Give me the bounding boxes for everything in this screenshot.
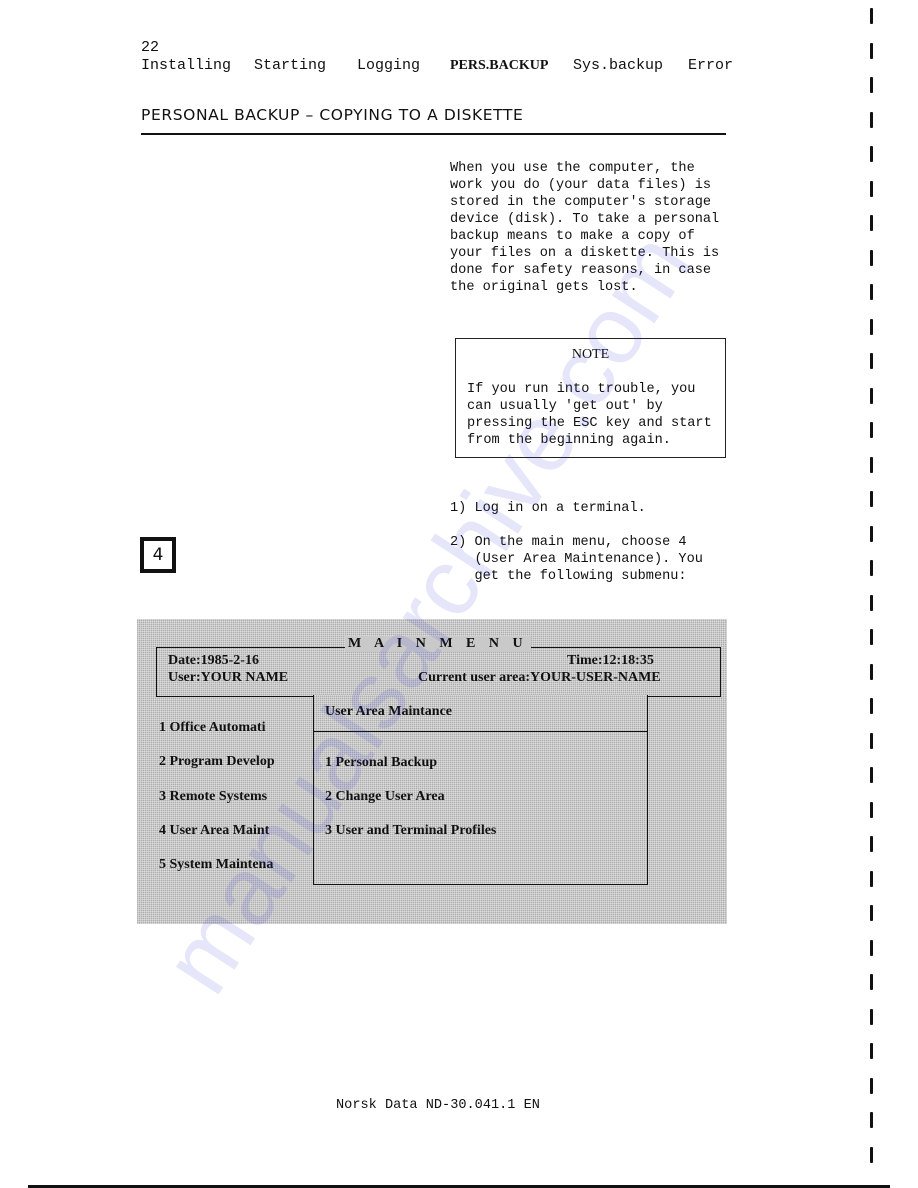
binding-mark xyxy=(870,767,873,783)
note-title: NOTE xyxy=(571,347,610,362)
note-box: NOTE If you run into trouble, you can us… xyxy=(455,338,726,458)
main-menu-item[interactable]: 2 Program Develop xyxy=(159,754,275,770)
terminal-screenshot: M A I N M E N U Date:1985-2-16 Time:12:1… xyxy=(137,619,727,924)
nav-tab-logging[interactable]: Logging xyxy=(357,57,420,74)
binding-mark xyxy=(870,388,873,404)
nav-tab-installing[interactable]: Installing xyxy=(141,57,231,74)
binding-mark xyxy=(870,733,873,749)
binding-mark xyxy=(870,905,873,921)
section-title: PERSONAL BACKUP – COPYING TO A DISKETTE xyxy=(141,106,524,124)
binding-mark xyxy=(870,664,873,680)
submenu-title: User Area Maintance xyxy=(325,704,453,719)
nav-tab-sys-backup[interactable]: Sys.backup xyxy=(573,57,663,74)
binding-mark xyxy=(870,457,873,473)
step-2: 2) On the main menu, choose 4 (User Area… xyxy=(450,535,703,584)
main-menu-title: M A I N M E N U xyxy=(345,636,531,652)
binding-mark xyxy=(870,146,873,162)
terminal-date: Date:1985-2-16 xyxy=(168,653,259,668)
terminal-user: User:YOUR NAME xyxy=(168,670,289,685)
binding-mark xyxy=(870,422,873,438)
terminal-time: Time:12:18:35 xyxy=(567,653,654,668)
note-text: If you run into trouble, you can usually… xyxy=(467,382,712,448)
submenu-item[interactable]: 1 Personal Backup xyxy=(325,755,437,771)
main-menu-item[interactable]: 5 System Maintena xyxy=(159,857,273,873)
submenu-divider xyxy=(313,731,648,732)
nav-tab-pers-backup[interactable]: PERS.BACKUP xyxy=(450,58,548,74)
binding-mark xyxy=(870,215,873,231)
submenu-item[interactable]: 2 Change User Area xyxy=(325,789,445,805)
nav-tab-starting[interactable]: Starting xyxy=(254,57,326,74)
main-menu-item[interactable]: 3 Remote Systems xyxy=(159,789,267,805)
binding-mark xyxy=(870,1043,873,1059)
binding-mark xyxy=(870,526,873,542)
binding-mark xyxy=(870,595,873,611)
binding-mark xyxy=(870,250,873,266)
binding-mark xyxy=(870,319,873,335)
terminal-current-area: Current user area:YOUR-USER-NAME xyxy=(418,670,661,685)
binding-mark xyxy=(870,77,873,93)
binding-mark xyxy=(870,560,873,576)
binding-mark xyxy=(870,43,873,59)
binding-mark xyxy=(870,698,873,714)
binding-marks xyxy=(864,0,878,1188)
nav-tab-error[interactable]: Error xyxy=(688,57,733,74)
binding-mark xyxy=(870,491,873,507)
step-1: 1) Log in on a terminal. xyxy=(450,501,646,516)
binding-mark xyxy=(870,8,873,24)
binding-mark xyxy=(870,1009,873,1025)
binding-mark xyxy=(870,974,873,990)
binding-mark xyxy=(870,284,873,300)
main-menu-item[interactable]: 4 User Area Maint xyxy=(159,823,269,839)
page-number: 22 xyxy=(141,39,160,56)
binding-mark xyxy=(870,836,873,852)
section-divider xyxy=(141,133,726,135)
binding-mark xyxy=(870,940,873,956)
binding-mark xyxy=(870,353,873,369)
intro-paragraph: When you use the computer, the work you … xyxy=(450,161,720,295)
binding-mark xyxy=(870,1078,873,1094)
main-menu-item[interactable]: 1 Office Automati xyxy=(159,720,266,736)
binding-mark xyxy=(870,1112,873,1128)
submenu-item[interactable]: 3 User and Terminal Profiles xyxy=(325,823,496,839)
binding-mark xyxy=(870,181,873,197)
binding-mark xyxy=(870,1147,873,1163)
footer-doc-id: Norsk Data ND-30.041.1 EN xyxy=(336,1098,540,1113)
binding-mark xyxy=(870,112,873,128)
binding-mark xyxy=(870,802,873,818)
binding-mark xyxy=(870,871,873,887)
binding-mark xyxy=(870,629,873,645)
chapter-marker: 4 xyxy=(140,537,176,573)
